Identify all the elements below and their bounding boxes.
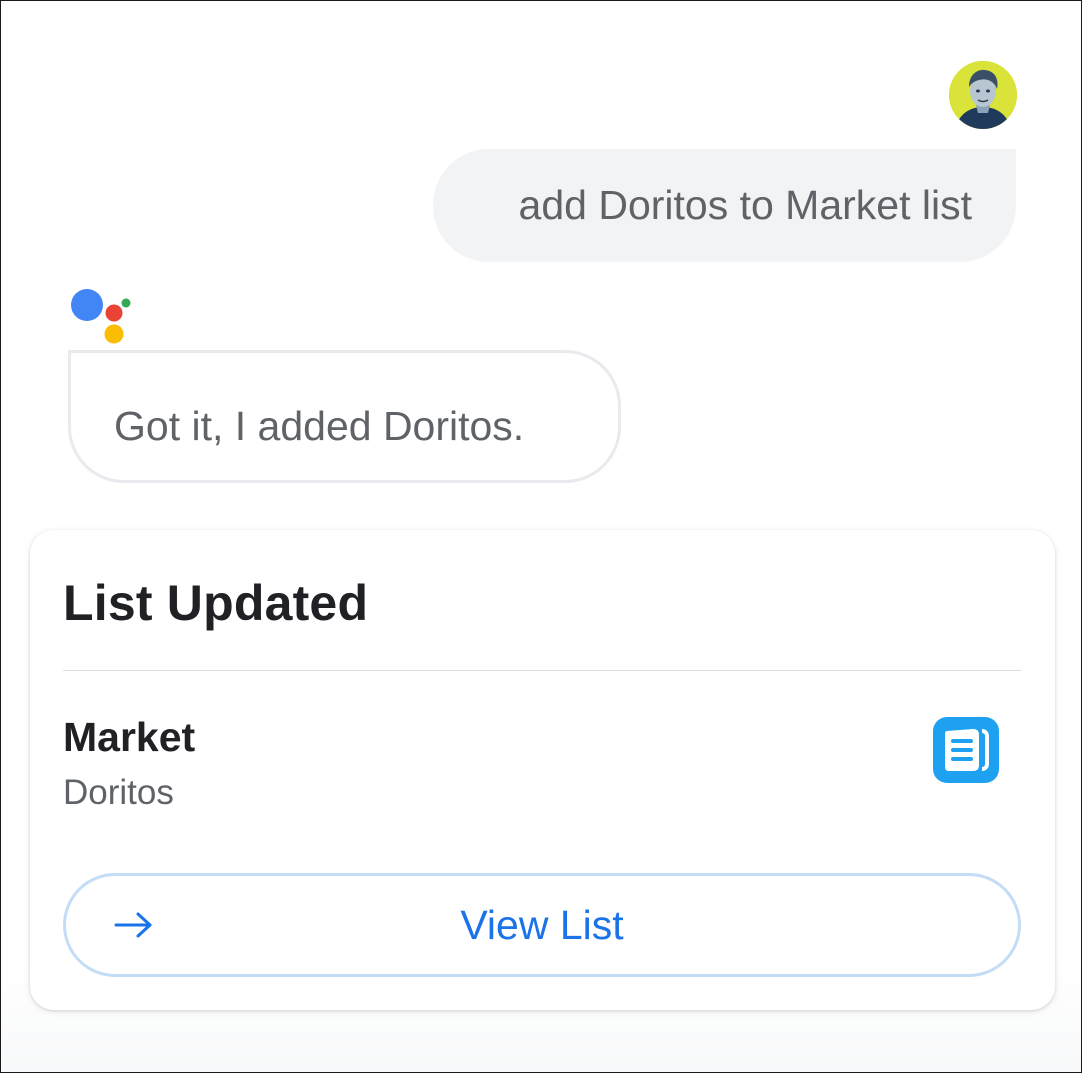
- assistant-message-bubble: Got it, I added Doritos.: [68, 350, 621, 483]
- list-updated-card: List Updated Market Doritos View List: [30, 530, 1055, 1010]
- list-app-icon: [933, 717, 999, 783]
- list-name: Market: [63, 714, 196, 760]
- arrow-right-icon: [114, 910, 154, 940]
- assistant-message-text: Got it, I added Doritos.: [114, 403, 525, 449]
- assistant-screen: add Doritos to Market list Got it, I add…: [0, 0, 1082, 1073]
- view-list-label: View List: [460, 901, 624, 948]
- google-assistant-dots-icon: [67, 287, 137, 351]
- user-message-text: add Doritos to Market list: [518, 182, 972, 228]
- card-divider: [63, 670, 1021, 671]
- view-list-button[interactable]: View List: [63, 873, 1021, 977]
- card-title: List Updated: [63, 575, 369, 631]
- user-avatar: [949, 61, 1017, 129]
- list-item: Doritos: [63, 773, 174, 812]
- person-icon: [949, 61, 1017, 129]
- user-message-bubble: add Doritos to Market list: [433, 149, 1016, 262]
